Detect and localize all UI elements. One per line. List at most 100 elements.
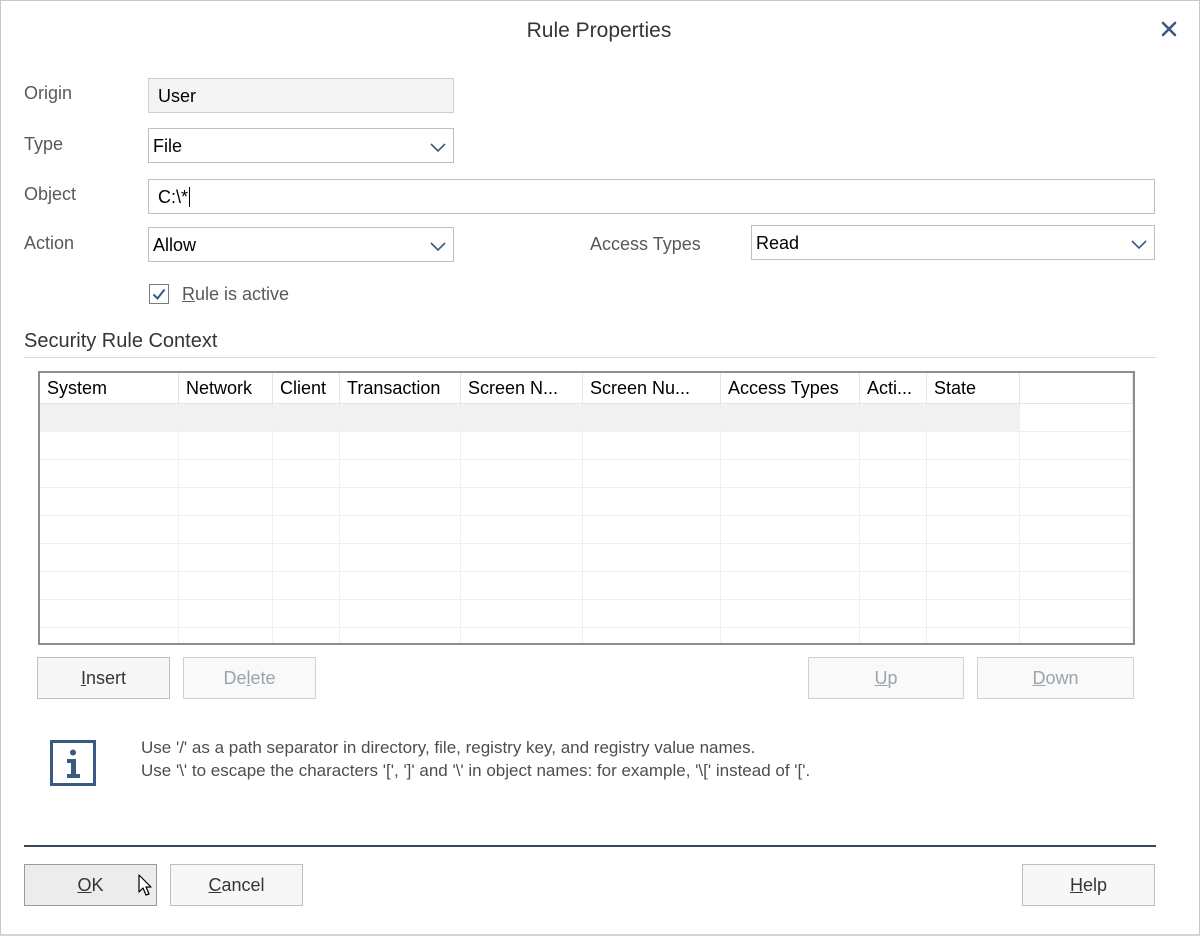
table-cell[interactable] (860, 432, 927, 460)
table-cell[interactable] (583, 488, 721, 516)
table-cell[interactable] (340, 404, 461, 432)
table-cell[interactable] (40, 488, 179, 516)
table-cell[interactable] (1020, 488, 1133, 516)
table-cell[interactable] (340, 544, 461, 572)
table-cell[interactable] (461, 628, 583, 643)
chevron-down-icon[interactable] (429, 138, 447, 153)
cancel-button[interactable]: Cancel (170, 864, 303, 906)
action-select[interactable]: Allow (148, 227, 454, 262)
table-cell[interactable] (340, 460, 461, 488)
table-cell[interactable] (927, 628, 1020, 643)
table-cell[interactable] (461, 404, 583, 432)
table-cell[interactable] (583, 516, 721, 544)
chevron-down-icon[interactable] (429, 237, 447, 252)
table-cell[interactable] (179, 628, 273, 643)
table-cell[interactable] (461, 544, 583, 572)
table-cell[interactable] (340, 600, 461, 628)
table-cell[interactable] (179, 488, 273, 516)
table-cell[interactable] (340, 516, 461, 544)
table-cell[interactable] (461, 572, 583, 600)
table-cell[interactable] (721, 488, 860, 516)
table-cell[interactable] (860, 460, 927, 488)
table-cell[interactable] (927, 432, 1020, 460)
table-cell[interactable] (340, 572, 461, 600)
col-access-types[interactable]: Access Types (721, 373, 860, 404)
table-cell[interactable] (1020, 544, 1133, 572)
type-select[interactable]: File (148, 128, 454, 163)
table-cell[interactable] (583, 600, 721, 628)
table-cell[interactable] (179, 600, 273, 628)
table-cell[interactable] (461, 460, 583, 488)
table-cell[interactable] (583, 544, 721, 572)
table-cell[interactable] (721, 432, 860, 460)
col-screen-name[interactable]: Screen N... (461, 373, 583, 404)
table-cell[interactable] (40, 516, 179, 544)
table-cell[interactable] (1020, 572, 1133, 600)
table-cell[interactable] (461, 516, 583, 544)
table-cell[interactable] (583, 432, 721, 460)
table-cell[interactable] (40, 572, 179, 600)
table-cell[interactable] (179, 572, 273, 600)
table-row[interactable] (40, 516, 1133, 544)
table-cell[interactable] (927, 404, 1020, 432)
table-cell[interactable] (273, 600, 340, 628)
table-cell[interactable] (1020, 600, 1133, 628)
table-cell[interactable] (860, 600, 927, 628)
table-cell[interactable] (273, 488, 340, 516)
table-cell[interactable] (1020, 432, 1133, 460)
table-cell[interactable] (583, 404, 721, 432)
table-cell[interactable] (1020, 404, 1133, 432)
up-button[interactable]: Up (808, 657, 964, 699)
table-cell[interactable] (273, 572, 340, 600)
col-network[interactable]: Network (179, 373, 273, 404)
table-cell[interactable] (927, 460, 1020, 488)
table-cell[interactable] (721, 600, 860, 628)
table-row[interactable] (40, 628, 1133, 643)
table-cell[interactable] (1020, 516, 1133, 544)
table-row[interactable] (40, 600, 1133, 628)
table-row[interactable] (40, 432, 1133, 460)
table-cell[interactable] (273, 516, 340, 544)
delete-button[interactable]: Delete (183, 657, 316, 699)
table-row[interactable] (40, 544, 1133, 572)
table-cell[interactable] (273, 544, 340, 572)
table-cell[interactable] (273, 404, 340, 432)
col-screen-number[interactable]: Screen Nu... (583, 373, 721, 404)
table-cell[interactable] (273, 432, 340, 460)
col-system[interactable]: System (40, 373, 179, 404)
table-cell[interactable] (721, 572, 860, 600)
table-cell[interactable] (340, 488, 461, 516)
table-cell[interactable] (1020, 460, 1133, 488)
table-cell[interactable] (721, 516, 860, 544)
table-cell[interactable] (273, 460, 340, 488)
table-cell[interactable] (721, 404, 860, 432)
table-cell[interactable] (860, 516, 927, 544)
rule-active-label[interactable]: Rule is active (182, 284, 289, 305)
table-row[interactable] (40, 488, 1133, 516)
table-cell[interactable] (583, 628, 721, 643)
table-cell[interactable] (40, 404, 179, 432)
table-cell[interactable] (860, 628, 927, 643)
table-cell[interactable] (40, 544, 179, 572)
table-cell[interactable] (340, 628, 461, 643)
table-cell[interactable] (179, 460, 273, 488)
table-cell[interactable] (40, 460, 179, 488)
table-cell[interactable] (721, 628, 860, 643)
col-transaction[interactable]: Transaction (340, 373, 461, 404)
table-cell[interactable] (40, 628, 179, 643)
table-cell[interactable] (721, 544, 860, 572)
table-cell[interactable] (273, 628, 340, 643)
table-cell[interactable] (179, 516, 273, 544)
col-state[interactable]: State (927, 373, 1020, 404)
table-cell[interactable] (40, 432, 179, 460)
table-cell[interactable] (179, 432, 273, 460)
close-icon[interactable] (1155, 15, 1183, 43)
table-row[interactable] (40, 404, 1133, 432)
table-cell[interactable] (1020, 628, 1133, 643)
table-cell[interactable] (179, 404, 273, 432)
object-input[interactable]: C:\* (148, 179, 1155, 214)
table-cell[interactable] (583, 460, 721, 488)
table-cell[interactable] (927, 572, 1020, 600)
table-cell[interactable] (461, 600, 583, 628)
table-cell[interactable] (179, 544, 273, 572)
